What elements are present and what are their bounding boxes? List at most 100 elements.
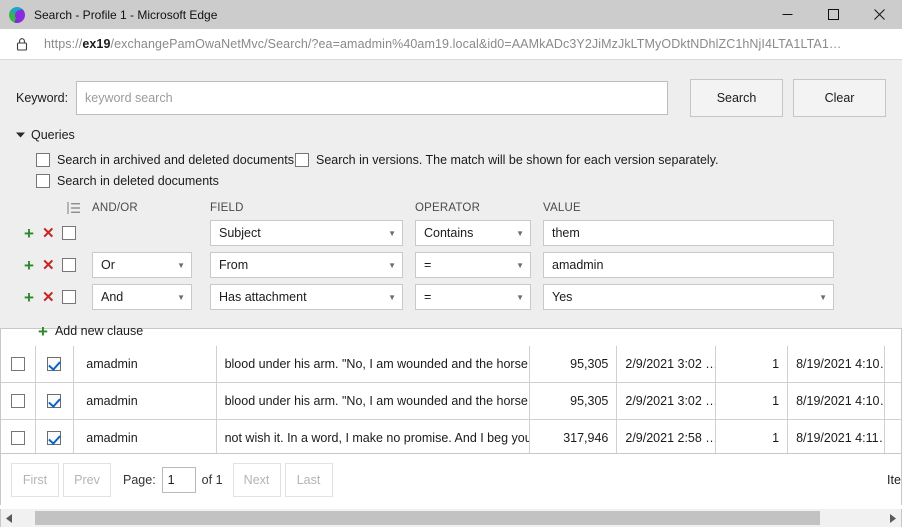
row-size: 95,305 <box>530 346 617 382</box>
clause-value-select[interactable]: Yes ▼ <box>543 284 834 310</box>
keyword-label: Keyword: <box>16 91 76 105</box>
clause-operator-value: = <box>424 290 431 304</box>
keyword-row: Keyword: Search Clear <box>0 78 902 117</box>
chevron-down-icon: ▼ <box>388 261 396 270</box>
clause-value-input[interactable]: them <box>543 220 834 246</box>
close-button[interactable] <box>856 0 902 29</box>
clause-andor-empty <box>92 220 210 246</box>
table-row[interactable]: amadmin blood under his arm. "No, I am w… <box>1 383 901 420</box>
scroll-left-arrow-icon[interactable] <box>1 509 17 527</box>
scrollbar-track[interactable] <box>17 509 885 527</box>
query-table-header: AND/OR FIELD OPERATOR VALUE <box>0 199 902 217</box>
next-page-button[interactable]: Next <box>233 463 281 497</box>
page-total-label: of 1 <box>202 473 223 487</box>
row-date2: 8/19/2021 4:11… <box>788 420 885 453</box>
first-page-button[interactable]: First <box>11 463 59 497</box>
last-page-button[interactable]: Last <box>285 463 333 497</box>
row-tail <box>885 346 901 382</box>
queries-section-header[interactable]: Queries <box>0 125 902 145</box>
option-search-deleted[interactable]: Search in deleted documents <box>36 170 902 191</box>
remove-clause-icon[interactable]: ✕ <box>42 258 55 273</box>
row-flag-checkbox[interactable] <box>47 357 61 371</box>
table-row[interactable]: amadmin blood under his arm. "No, I am w… <box>1 346 901 383</box>
row-flag-cell[interactable] <box>36 420 75 453</box>
clause-value-input[interactable]: amadmin <box>543 252 834 278</box>
address-bar[interactable]: https://ex19/exchangePamOwaNetMvc/Search… <box>0 29 902 60</box>
keyword-input[interactable] <box>76 81 668 115</box>
row-flag-checkbox[interactable] <box>47 394 61 408</box>
clause-operator-select[interactable]: = ▼ <box>415 252 531 278</box>
search-in-versions-checkbox[interactable] <box>295 153 309 167</box>
row-count: 1 <box>716 383 788 419</box>
row-select-cell[interactable] <box>1 346 36 382</box>
chevron-down-icon: ▼ <box>388 229 396 238</box>
row-tail <box>885 383 901 419</box>
add-clause-icon[interactable]: + <box>24 225 34 242</box>
queries-title: Queries <box>31 128 75 142</box>
search-button[interactable]: Search <box>690 79 783 117</box>
row-user: amadmin <box>74 346 216 382</box>
clause-andor-select[interactable]: And ▼ <box>92 284 192 310</box>
header-andor: AND/OR <box>92 202 210 214</box>
table-row[interactable]: amadmin not wish it. In a word, I make n… <box>1 420 901 453</box>
pager-toolbar: First Prev Page: of 1 Next Last Ite <box>0 453 902 505</box>
row-date: 2/9/2021 3:02 … <box>617 346 716 382</box>
remove-clause-icon[interactable]: ✕ <box>42 226 55 241</box>
row-count: 1 <box>716 420 788 453</box>
row-select-cell[interactable] <box>1 383 36 419</box>
clause-andor-value: And <box>101 290 123 304</box>
clause-select-checkbox[interactable] <box>62 258 76 272</box>
clause-andor-select[interactable]: Or ▼ <box>92 252 192 278</box>
row-flag-cell[interactable] <box>36 346 75 382</box>
horizontal-scrollbar[interactable] <box>0 509 902 527</box>
window-title: Search - Profile 1 - Microsoft Edge <box>34 8 217 22</box>
prev-page-button[interactable]: Prev <box>63 463 111 497</box>
page-number-input[interactable] <box>162 467 196 493</box>
scroll-right-arrow-icon[interactable] <box>885 509 901 527</box>
row-select-checkbox[interactable] <box>11 431 25 445</box>
row-flag-checkbox[interactable] <box>47 431 61 445</box>
header-value: VALUE <box>543 202 850 214</box>
query-clause-row: + ✕ And ▼ Has attachment ▼ <box>0 281 902 313</box>
clause-select-checkbox[interactable] <box>62 290 76 304</box>
address-url[interactable]: https://ex19/exchangePamOwaNetMvc/Search… <box>44 37 842 51</box>
row-count: 1 <box>716 346 788 382</box>
clause-operator-select[interactable]: = ▼ <box>415 284 531 310</box>
row-body: blood under his arm. "No, I am wounded a… <box>217 383 531 419</box>
plus-icon: + <box>38 323 48 340</box>
search-deleted-checkbox[interactable] <box>36 174 50 188</box>
header-operator: OPERATOR <box>415 202 543 214</box>
clear-button[interactable]: Clear <box>793 79 886 117</box>
add-clause-icon[interactable]: + <box>24 257 34 274</box>
row-date: 2/9/2021 2:58 … <box>617 420 716 453</box>
url-scheme: https:// <box>44 37 82 51</box>
clause-field-value: From <box>219 258 248 272</box>
scrollbar-thumb[interactable] <box>35 511 820 525</box>
row-date: 2/9/2021 3:02 … <box>617 383 716 419</box>
minimize-button[interactable] <box>764 0 810 29</box>
select-all-list-icon[interactable] <box>67 202 80 214</box>
row-flag-cell[interactable] <box>36 383 75 419</box>
row-tail <box>885 420 901 453</box>
row-select-checkbox[interactable] <box>11 394 25 408</box>
row-select-cell[interactable] <box>1 420 36 453</box>
clause-operator-select[interactable]: Contains ▼ <box>415 220 531 246</box>
option-label: Search in archived and deleted documents <box>57 153 294 167</box>
search-archived-deleted-checkbox[interactable] <box>36 153 50 167</box>
chevron-down-icon: ▼ <box>177 261 185 270</box>
option-search-in-versions[interactable]: Search in versions. The match will be sh… <box>295 149 719 170</box>
add-new-clause-button[interactable]: + Add new clause <box>0 319 902 343</box>
maximize-button[interactable] <box>810 0 856 29</box>
row-select-checkbox[interactable] <box>11 357 25 371</box>
header-field: FIELD <box>210 202 415 214</box>
option-label: Search in versions. The match will be sh… <box>316 153 719 167</box>
clause-field-select[interactable]: Subject ▼ <box>210 220 403 246</box>
clause-field-select[interactable]: From ▼ <box>210 252 403 278</box>
clause-field-select[interactable]: Has attachment ▼ <box>210 284 403 310</box>
clause-select-checkbox[interactable] <box>62 226 76 240</box>
option-label: Search in deleted documents <box>57 174 219 188</box>
add-clause-icon[interactable]: + <box>24 289 34 306</box>
search-query-panel: Keyword: Search Clear Queries Search in … <box>0 60 902 329</box>
chevron-down-icon[interactable] <box>16 130 25 140</box>
remove-clause-icon[interactable]: ✕ <box>42 290 55 305</box>
